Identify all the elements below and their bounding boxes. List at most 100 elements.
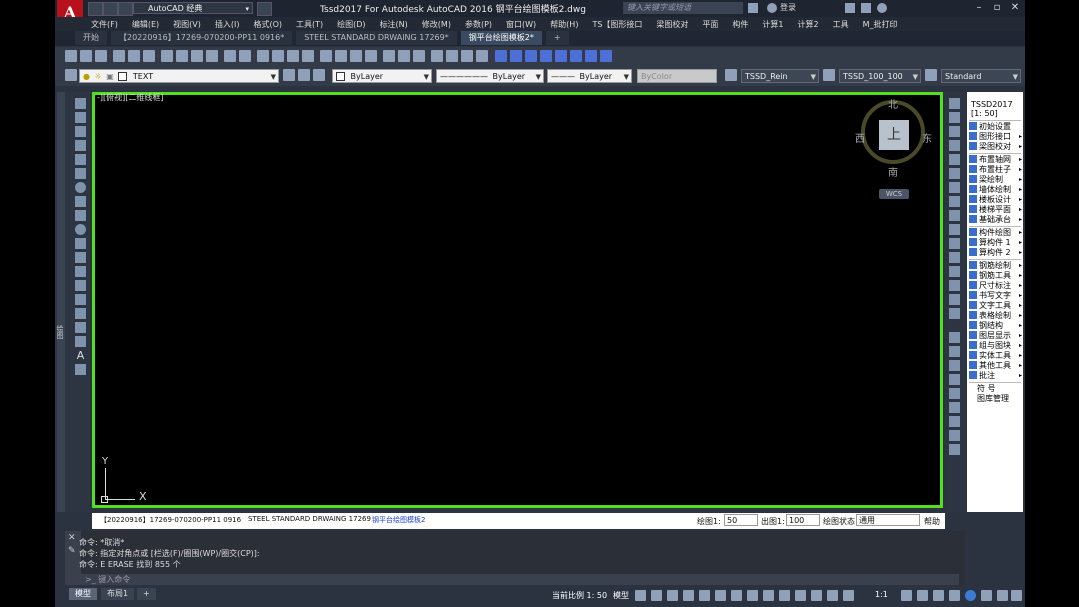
- viewcube-west[interactable]: 西: [855, 130, 865, 145]
- table-icon[interactable]: [476, 50, 488, 62]
- viewcube-east[interactable]: 东: [922, 130, 932, 145]
- dim-continue-icon[interactable]: [949, 402, 960, 413]
- object-snap-tracking-icon[interactable]: [731, 590, 742, 601]
- menu-item[interactable]: TS【图形接口: [592, 19, 642, 30]
- 3d-osnap-icon[interactable]: [811, 590, 822, 601]
- customization-menu-icon[interactable]: [1011, 590, 1022, 601]
- menu-item[interactable]: 格式(O): [253, 19, 282, 30]
- viewcube-top-face[interactable]: 上: [879, 120, 909, 150]
- object-snap-icon[interactable]: [747, 590, 758, 601]
- transparency-icon[interactable]: [779, 590, 790, 601]
- draw-scale-select[interactable]: 50: [724, 514, 758, 526]
- new-tab-button[interactable]: +: [545, 31, 569, 45]
- lineweight-select[interactable]: ——— ByLayer ▼: [547, 69, 632, 83]
- pan-icon[interactable]: [257, 50, 269, 62]
- menu-item[interactable]: 修改(M): [422, 19, 451, 30]
- tssd-menu-item[interactable]: 楼板设计 ▸: [967, 195, 1023, 204]
- units-icon[interactable]: [933, 590, 944, 601]
- layer-icon[interactable]: [431, 50, 443, 62]
- grid-icon[interactable]: [635, 590, 646, 601]
- preview-icon[interactable]: [128, 50, 140, 62]
- tssd-menu-item[interactable]: 符 号: [967, 384, 1023, 393]
- zoom-realtime-icon[interactable]: [272, 50, 284, 62]
- layer-select[interactable]: ● ☼ ▣ TEXT ▼: [79, 69, 279, 83]
- tssd-menu-item[interactable]: 钢筋工具 ▸: [967, 271, 1023, 280]
- zoom-previous-icon[interactable]: [302, 50, 314, 62]
- tssd-menu-item[interactable]: 其他工具 ▸: [967, 361, 1023, 370]
- dim-linear-icon[interactable]: [949, 332, 960, 343]
- tssd-menu-item[interactable]: 算构件 2 ▸: [967, 248, 1023, 257]
- tssd-menu-item[interactable]: 图层显示 ▸: [967, 331, 1023, 340]
- search-icon[interactable]: [748, 3, 758, 13]
- tolerance-icon[interactable]: [949, 430, 960, 441]
- wcs-menu-button[interactable]: WCS: [879, 189, 909, 199]
- toolbar-handle[interactable]: [57, 92, 65, 512]
- file-tab[interactable]: 【20220916】17269-070200-PP11 0916*: [111, 31, 293, 45]
- menu-item[interactable]: 视图(V): [173, 19, 201, 30]
- hardware-acceleration-icon[interactable]: [981, 590, 992, 601]
- tssd-menu-item[interactable]: 表格绘制 ▸: [967, 311, 1023, 320]
- menu-item[interactable]: 标注(N): [380, 19, 408, 30]
- layer-manager-icon[interactable]: [65, 69, 77, 81]
- tssd-menu-item[interactable]: 图形接口 ▸: [967, 132, 1023, 141]
- menu-item[interactable]: 编辑(E): [132, 19, 159, 30]
- tssd-tool-icon[interactable]: [600, 50, 612, 62]
- menu-item[interactable]: 插入(I): [215, 19, 240, 30]
- annotation-scale-select[interactable]: 1:1: [875, 590, 888, 599]
- menu-item[interactable]: 工具: [833, 19, 849, 30]
- sheet-set-icon[interactable]: [365, 50, 377, 62]
- erase-icon[interactable]: [949, 98, 960, 109]
- tssd-tool-icon[interactable]: [540, 50, 552, 62]
- quick-properties-icon[interactable]: [949, 590, 960, 601]
- tssd-menu-item[interactable]: 实体工具 ▸: [967, 351, 1023, 360]
- minimize-icon[interactable]: –: [971, 1, 987, 15]
- workspace-select[interactable]: AutoCAD 经典 ▾: [133, 2, 253, 14]
- tssd-tool-icon[interactable]: [555, 50, 567, 62]
- add-layout-button[interactable]: +: [137, 588, 156, 600]
- menu-item[interactable]: 构件: [732, 19, 748, 30]
- copy-icon[interactable]: [949, 112, 960, 123]
- viewcube-south[interactable]: 南: [888, 164, 898, 179]
- menu-item[interactable]: 平面: [702, 19, 718, 30]
- workspace-switch-icon[interactable]: [901, 590, 912, 601]
- tssd-menu-item[interactable]: 楼梯平面 ▸: [967, 205, 1023, 214]
- move-icon[interactable]: [949, 168, 960, 179]
- new-icon[interactable]: [65, 50, 77, 62]
- isolate-objects-icon[interactable]: [965, 590, 976, 601]
- dim-style-icon[interactable]: [823, 69, 835, 81]
- zoom-window-icon[interactable]: [287, 50, 299, 62]
- drawing-canvas[interactable]: [92, 92, 943, 508]
- open-icon[interactable]: [80, 50, 92, 62]
- tssd-tool-icon[interactable]: [510, 50, 522, 62]
- paste-icon[interactable]: [191, 50, 203, 62]
- tssd-menu-item[interactable]: 书写文字 ▸: [967, 291, 1023, 300]
- scale-icon[interactable]: [949, 196, 960, 207]
- ortho-icon[interactable]: [683, 590, 694, 601]
- model-tab[interactable]: 模型: [69, 588, 97, 600]
- help-icon[interactable]: [877, 3, 887, 13]
- calculator-icon[interactable]: [398, 50, 410, 62]
- quick-access-dropdown-icon[interactable]: [257, 2, 272, 16]
- menu-item[interactable]: 文件(F): [91, 19, 118, 30]
- properties-icon[interactable]: [320, 50, 332, 62]
- login-link[interactable]: 登录: [780, 2, 796, 13]
- make-current-layer-icon[interactable]: [283, 69, 295, 81]
- menu-item[interactable]: 参数(P): [465, 19, 492, 30]
- tssd-menu-item[interactable]: 尺寸标注 ▸: [967, 281, 1023, 290]
- layer-previous-icon[interactable]: [298, 69, 310, 81]
- rotate-icon[interactable]: [949, 182, 960, 193]
- polyline-icon[interactable]: [75, 126, 86, 137]
- tssd-menu-item[interactable]: 梁图校对 ▸: [967, 142, 1023, 151]
- mirror-icon[interactable]: [949, 126, 960, 137]
- drawing-tab[interactable]: STEEL STANDARD DRWAING 17269: [248, 515, 371, 523]
- isodraft-icon[interactable]: [715, 590, 726, 601]
- save-icon[interactable]: [118, 2, 133, 16]
- new-file-icon[interactable]: [88, 2, 103, 16]
- wrench-icon[interactable]: ✎: [68, 546, 76, 556]
- add-selected-icon[interactable]: [75, 364, 86, 375]
- tssd-scale[interactable]: [1: 50]: [971, 109, 998, 118]
- exchange-apps-icon[interactable]: [845, 3, 855, 13]
- tssd-menu-item[interactable]: 图库管理: [967, 394, 1023, 403]
- tssd-menu-item[interactable]: 批注 ▸: [967, 371, 1023, 380]
- menu-item[interactable]: 帮助(H): [550, 19, 578, 30]
